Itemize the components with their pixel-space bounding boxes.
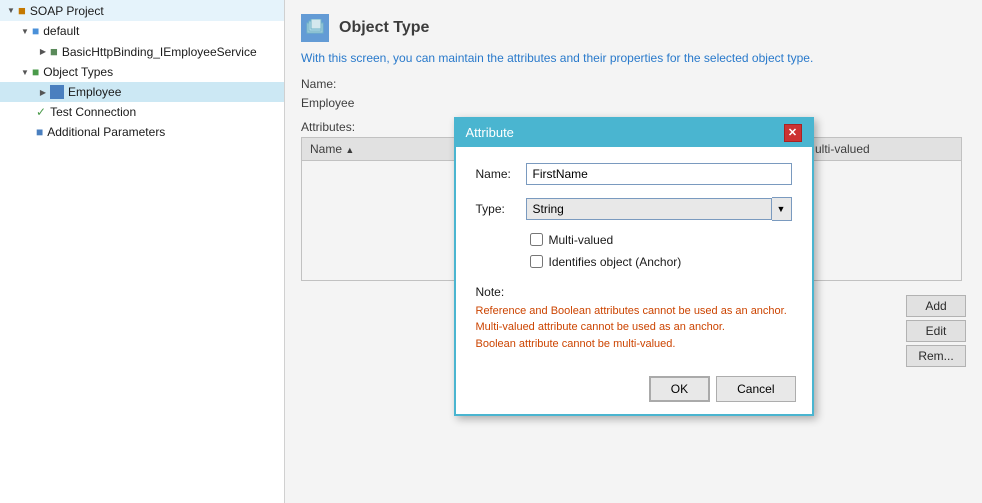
main-content: Object Type With this screen, you can ma…	[285, 0, 982, 503]
dialog-multivalued-checkbox[interactable]	[530, 233, 543, 246]
expand-arrow-soap[interactable]: ▼	[4, 4, 18, 18]
dialog-anchor-checkbox[interactable]	[530, 255, 543, 268]
attribute-dialog: Attribute ✕ Name: Type: String Integer	[454, 117, 814, 417]
dialog-ok-button[interactable]: OK	[649, 376, 710, 402]
addparam-icon: ■	[36, 125, 43, 139]
dialog-titlebar: Attribute ✕	[456, 119, 812, 147]
sidebar-item-binding[interactable]: ▶ ■ BasicHttpBinding_IEmployeeService	[0, 41, 284, 62]
sidebar-item-additional-params[interactable]: ■ Additional Parameters	[0, 122, 284, 142]
dialog-multivalued-label: Multi-valued	[549, 233, 614, 247]
dialog-name-label: Name:	[476, 167, 526, 181]
expand-arrow-employee[interactable]: ▶	[36, 85, 50, 99]
expand-arrow-objtypes[interactable]: ▼	[18, 65, 32, 79]
dialog-anchor-label: Identifies object (Anchor)	[549, 255, 682, 269]
dialog-note-line-2: Multi-valued attribute cannot be used as…	[476, 319, 792, 336]
dialog-type-label: Type:	[476, 202, 526, 216]
sidebar-item-test-connection[interactable]: ✓ Test Connection	[0, 102, 284, 122]
dialog-note-title: Note:	[476, 285, 792, 299]
dialog-note-line-1: Reference and Boolean attributes cannot …	[476, 303, 792, 320]
sidebar-label-object-types: Object Types	[43, 65, 113, 79]
sidebar-label-soap-project: SOAP Project	[30, 4, 104, 18]
dialog-type-select-wrapper: String Integer Boolean Reference Binary …	[526, 197, 792, 221]
test-icon: ✓	[36, 105, 46, 119]
dialog-note-line-3: Boolean attribute cannot be multi-valued…	[476, 336, 792, 353]
select-arrow-button[interactable]: ▼	[772, 197, 792, 221]
employee-icon	[50, 85, 64, 99]
dialog-title: Attribute	[466, 125, 514, 140]
dialog-type-row: Type: String Integer Boolean Reference B…	[476, 197, 792, 221]
dialog-anchor-row: Identifies object (Anchor)	[530, 255, 792, 269]
dialog-type-select[interactable]: String Integer Boolean Reference Binary	[526, 198, 772, 220]
folder-icon-default: ■	[32, 24, 39, 38]
sidebar: ▼ ■ SOAP Project ▼ ■ default ▶ ■ BasicHt…	[0, 0, 285, 503]
expand-arrow-binding[interactable]: ▶	[36, 45, 50, 59]
sidebar-item-object-types[interactable]: ▼ ■ Object Types	[0, 62, 284, 82]
dialog-close-button[interactable]: ✕	[784, 124, 802, 142]
soap-icon: ■	[18, 3, 26, 18]
sidebar-label-employee: Employee	[68, 85, 121, 99]
sidebar-label-default: default	[43, 24, 79, 38]
binding-icon: ■	[50, 44, 58, 59]
sidebar-item-employee[interactable]: ▶ Employee	[0, 82, 284, 102]
sidebar-item-soap-project[interactable]: ▼ ■ SOAP Project	[0, 0, 284, 21]
sidebar-label-test-connection: Test Connection	[50, 105, 136, 119]
dialog-footer: OK Cancel	[456, 368, 812, 414]
dialog-overlay: Attribute ✕ Name: Type: String Integer	[285, 0, 982, 503]
dialog-cancel-button[interactable]: Cancel	[716, 376, 795, 402]
dialog-multivalued-row: Multi-valued	[530, 233, 792, 247]
dialog-body: Name: Type: String Integer Boolean Refer…	[456, 147, 812, 369]
dialog-note: Note: Reference and Boolean attributes c…	[476, 277, 792, 353]
expand-arrow-default[interactable]: ▼	[18, 24, 32, 38]
sidebar-label-binding: BasicHttpBinding_IEmployeeService	[62, 45, 257, 59]
sidebar-label-additional-params: Additional Parameters	[47, 125, 165, 139]
objtype-icon: ■	[32, 65, 39, 79]
sidebar-item-default[interactable]: ▼ ■ default	[0, 21, 284, 41]
dialog-name-row: Name:	[476, 163, 792, 185]
dialog-name-input[interactable]	[526, 163, 792, 185]
